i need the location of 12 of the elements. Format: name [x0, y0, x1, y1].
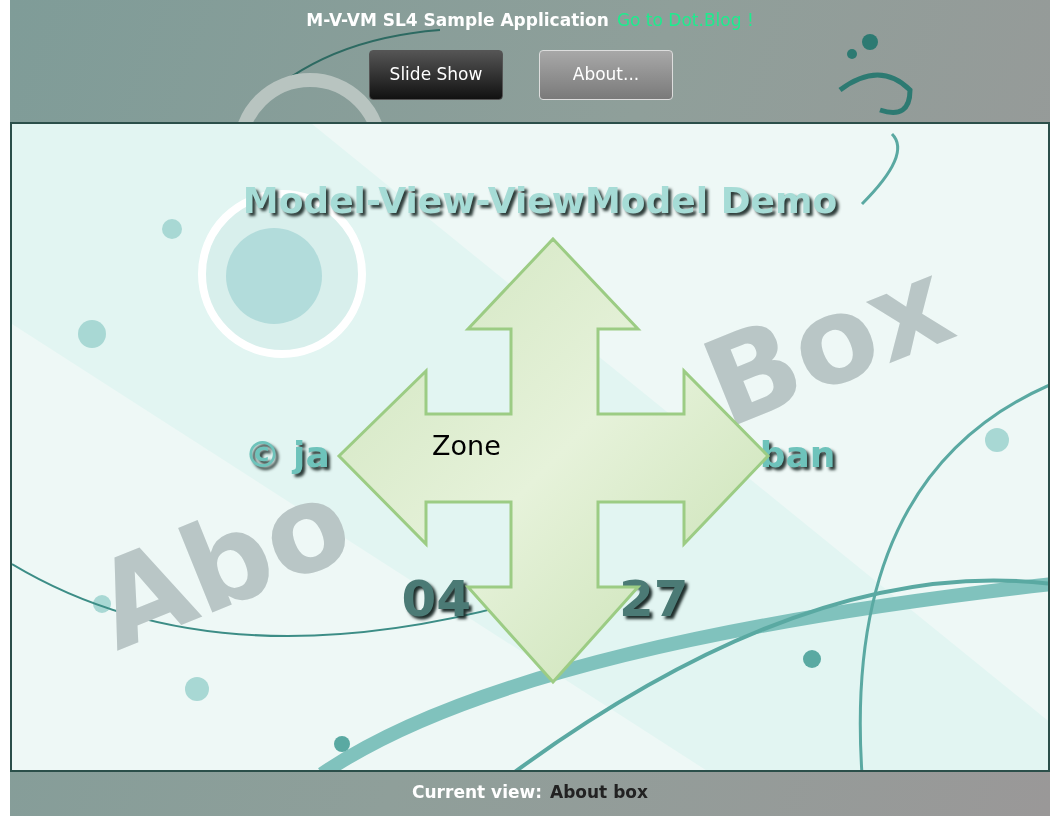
heading: Model-View-ViewModel Demo: [242, 179, 838, 223]
app-title: M-V-VM SL4 Sample Application: [306, 9, 609, 32]
footer-label: Current view:: [412, 781, 542, 805]
credit-text: ban: [759, 433, 836, 477]
view-button[interactable]: Slide Show: [369, 49, 503, 100]
credit-text: © ja: [244, 433, 330, 477]
clock-text: 27: [619, 569, 689, 630]
view-button[interactable]: About...: [539, 49, 673, 100]
zone-label: Zone: [432, 429, 501, 463]
blog-link[interactable]: Go to Dot.Blog !: [616, 8, 754, 34]
clock-text: 04: [401, 569, 471, 630]
current-view-value: About box: [550, 781, 648, 805]
